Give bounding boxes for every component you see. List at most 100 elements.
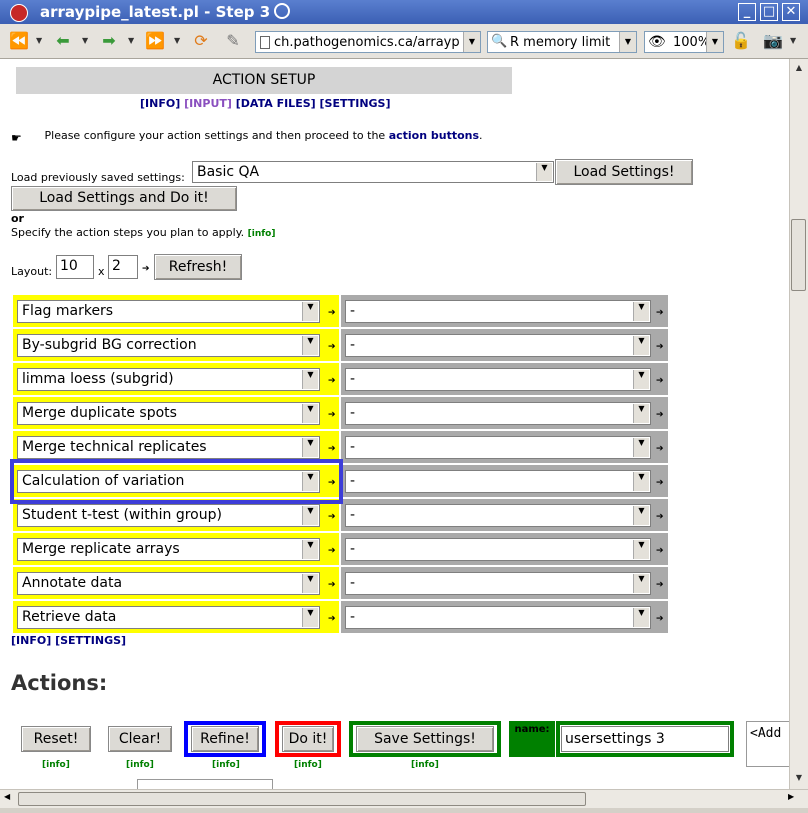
reset-info-link[interactable]: [info]	[42, 760, 70, 770]
clear-info-link[interactable]: [info]	[126, 760, 154, 770]
chevron-down-icon: ▼	[302, 608, 318, 627]
url-bar[interactable]: ch.pathogenomics.ca/arraypip ▼	[255, 31, 481, 53]
doit-info-link[interactable]: [info]	[294, 760, 322, 770]
chevron-down-icon: ▼	[633, 404, 649, 423]
option-select[interactable]: - ▼	[345, 572, 651, 595]
add-textarea-text: <Add	[750, 726, 782, 741]
arrow-icon: ➔	[656, 376, 664, 386]
step-select[interactable]: Retrieve data ▼	[17, 606, 320, 629]
option-cell: - ▼ ➔	[341, 465, 668, 497]
vertical-scrollbar[interactable]: ▲ ▼	[789, 59, 808, 789]
step-select-value: Annotate data	[22, 575, 123, 591]
chevron-down-icon[interactable]: ▼	[128, 36, 134, 45]
step-select[interactable]: Student t-test (within group) ▼	[17, 504, 320, 527]
refresh-button[interactable]: Refresh!	[154, 254, 242, 280]
arrow-icon: ➔	[328, 546, 336, 556]
specify-text: Specify the action steps you plan to app…	[11, 226, 275, 239]
option-select[interactable]: - ▼	[345, 334, 651, 357]
camera-icon[interactable]: 📷	[762, 32, 784, 50]
maximize-button[interactable]: □	[760, 3, 778, 21]
vertical-scroll-thumb[interactable]	[791, 219, 806, 291]
arrow-icon: ➔	[656, 342, 664, 352]
add-textarea[interactable]: <Add	[746, 721, 789, 767]
option-select-value: -	[350, 337, 356, 353]
scroll-down-icon[interactable]: ▼	[792, 771, 806, 785]
forward-arrow-icon[interactable]: ➡	[98, 32, 120, 50]
data-files-link[interactable]: [DATA FILES]	[236, 97, 316, 110]
bottom-info-link[interactable]: [INFO]	[11, 634, 51, 647]
chevron-down-icon[interactable]: ▼	[706, 32, 723, 52]
option-select-value: -	[350, 439, 356, 455]
horizontal-scroll-thumb[interactable]	[18, 792, 586, 806]
reset-button[interactable]: Reset!	[21, 726, 91, 752]
clear-button[interactable]: Clear!	[108, 726, 172, 752]
option-cell: - ▼ ➔	[341, 499, 668, 531]
fast-forward-icon[interactable]: ⏩	[144, 32, 166, 50]
scroll-right-icon[interactable]: ▶	[788, 792, 794, 801]
specify-label: Specify the action steps you plan to app…	[11, 226, 245, 239]
option-select[interactable]: - ▼	[345, 538, 651, 561]
chevron-down-icon[interactable]: ▼	[36, 36, 42, 45]
saved-settings-select[interactable]: Basic QA ▼	[192, 161, 554, 183]
zoom-select[interactable]: 👁 100% ▼	[644, 31, 724, 53]
chevron-down-icon: ▼	[633, 540, 649, 559]
chevron-down-icon[interactable]: ▼	[619, 32, 636, 52]
scroll-up-icon[interactable]: ▲	[792, 61, 806, 75]
option-select[interactable]: - ▼	[345, 606, 651, 629]
option-select[interactable]: - ▼	[345, 504, 651, 527]
chevron-down-icon[interactable]: ▼	[174, 36, 180, 45]
step-select[interactable]: Flag markers ▼	[17, 300, 320, 323]
close-button[interactable]: ✕	[782, 3, 800, 21]
step-select[interactable]: By-subgrid BG correction ▼	[17, 334, 320, 357]
option-select[interactable]: - ▼	[345, 368, 651, 391]
option-select[interactable]: - ▼	[345, 470, 651, 493]
save-settings-button[interactable]: Save Settings!	[356, 726, 494, 752]
step-select[interactable]: Merge technical replicates ▼	[17, 436, 320, 459]
action-buttons-link[interactable]: action buttons	[389, 129, 479, 142]
step-select[interactable]: limma loess (subgrid) ▼	[17, 368, 320, 391]
chevron-down-icon[interactable]: ▼	[82, 36, 88, 45]
top-nav-links: [INFO] [INPUT] [DATA FILES] [SETTINGS]	[140, 97, 391, 110]
window-title-bar: arraypipe_latest.pl - Step 3 _ □ ✕	[0, 0, 808, 24]
step-select[interactable]: Merge duplicate spots ▼	[17, 402, 320, 425]
bottom-links: [INFO] [SETTINGS]	[11, 634, 126, 647]
specify-info-link[interactable]: [info]	[248, 229, 276, 239]
arrow-icon: ➔	[656, 614, 664, 624]
layout-rows-input[interactable]: 2	[108, 255, 138, 279]
bottom-settings-link[interactable]: [SETTINGS]	[55, 634, 126, 647]
scroll-left-icon[interactable]: ◀	[4, 792, 10, 801]
step-select[interactable]: Merge replicate arrays ▼	[17, 538, 320, 561]
back-arrow-icon[interactable]: ⬅	[52, 32, 74, 50]
step-select-value: Student t-test (within group)	[22, 507, 222, 523]
refine-button[interactable]: Refine!	[191, 726, 259, 752]
pen-icon[interactable]: ✎	[222, 32, 244, 50]
search-input[interactable]: 🔍 R memory limit ▼	[487, 31, 637, 53]
do-it-button[interactable]: Do it!	[282, 726, 334, 752]
option-select[interactable]: - ▼	[345, 436, 651, 459]
layout-cols-value: 10	[60, 258, 78, 274]
chevron-down-icon[interactable]: ▼	[463, 32, 480, 52]
option-select-value: -	[350, 405, 356, 421]
load-settings-button[interactable]: Load Settings!	[555, 159, 693, 185]
lock-icon[interactable]: 🔓	[730, 32, 752, 50]
name-input[interactable]: usersettings 3	[561, 726, 729, 752]
horizontal-scrollbar[interactable]: ◀ ▶	[0, 789, 808, 808]
back-first-icon[interactable]: ⏪	[8, 32, 30, 50]
chevron-down-icon[interactable]: ▼	[790, 36, 796, 45]
option-select[interactable]: - ▼	[345, 300, 651, 323]
settings-link[interactable]: [SETTINGS]	[320, 97, 391, 110]
load-settings-and-do-button[interactable]: Load Settings and Do it!	[11, 186, 237, 211]
instruction-text: Please configure your action settings an…	[44, 129, 389, 142]
option-select[interactable]: - ▼	[345, 402, 651, 425]
refine-info-link[interactable]: [info]	[212, 760, 240, 770]
layout-cols-input[interactable]: 10	[56, 255, 94, 279]
step-select[interactable]: Annotate data ▼	[17, 572, 320, 595]
reload-icon[interactable]: ⟳	[190, 32, 212, 50]
save-info-link[interactable]: [info]	[411, 760, 439, 770]
url-text: ch.pathogenomics.ca/arraypip	[274, 35, 460, 50]
minimize-button[interactable]: _	[738, 3, 756, 21]
chevron-down-icon: ▼	[302, 574, 318, 593]
info-link[interactable]: [INFO]	[140, 97, 180, 110]
input-link[interactable]: [INPUT]	[184, 97, 232, 110]
option-select-value: -	[350, 541, 356, 557]
